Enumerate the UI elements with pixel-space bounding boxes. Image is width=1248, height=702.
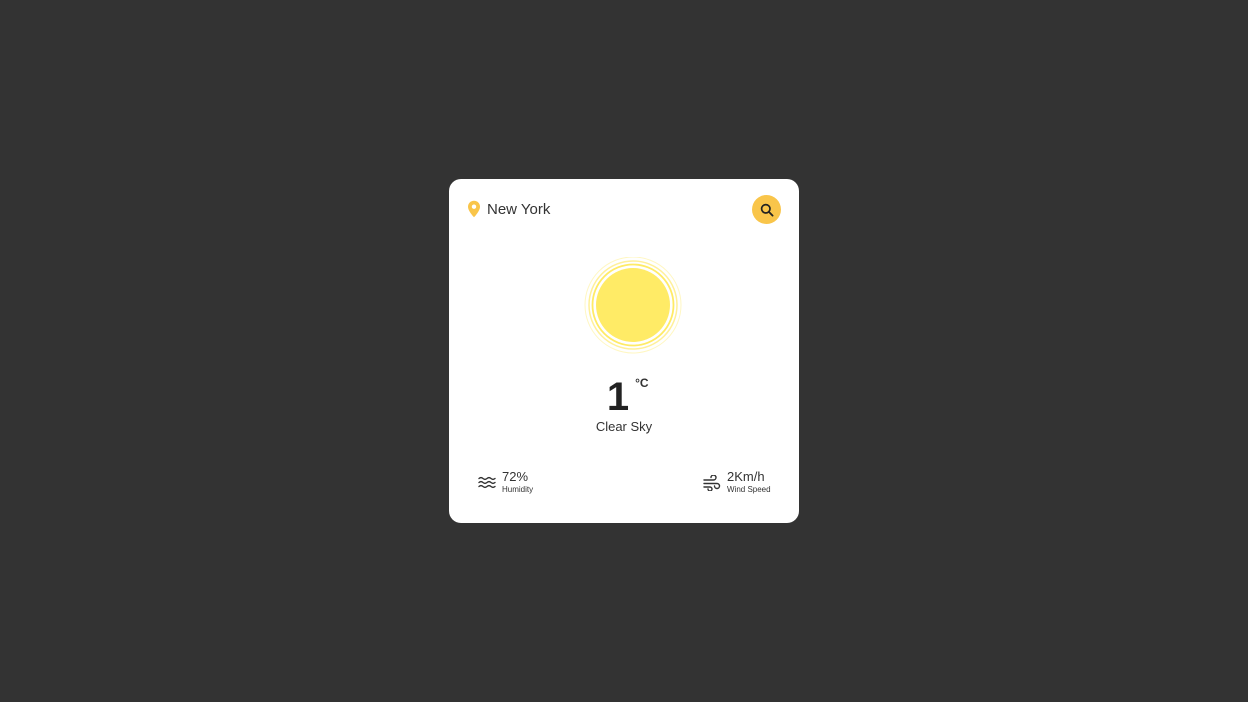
- temperature: 1 °C: [449, 376, 799, 418]
- sun-icon: [584, 257, 682, 354]
- waves-icon: [478, 476, 496, 488]
- humidity-text: 72% Humidity: [502, 470, 533, 495]
- map-pin-icon: [468, 200, 480, 218]
- temperature-number: 1: [606, 375, 630, 419]
- humidity-label: Humidity: [502, 485, 534, 494]
- search-icon: [760, 203, 774, 217]
- humidity-value: 72%: [502, 469, 529, 484]
- wind-text: 2Km/h Wind Speed: [727, 470, 771, 495]
- temperature-value: 1 °C: [606, 375, 649, 419]
- weather-card: New York 1 °C Clear Sky 72% Humidity 2Km…: [449, 179, 799, 523]
- location: New York: [467, 200, 550, 218]
- city-name: New York: [487, 200, 551, 218]
- wind-value: 2Km/h: [727, 469, 765, 484]
- wind-stat: 2Km/h Wind Speed: [703, 470, 771, 495]
- weather-condition: Clear Sky: [595, 419, 653, 434]
- wind-icon: [703, 474, 721, 491]
- humidity-stat: 72% Humidity: [478, 470, 533, 495]
- wind-label: Wind Speed: [727, 485, 771, 494]
- weather-icon: [584, 257, 682, 355]
- search-button[interactable]: [752, 195, 781, 224]
- temperature-unit: °C: [635, 376, 649, 390]
